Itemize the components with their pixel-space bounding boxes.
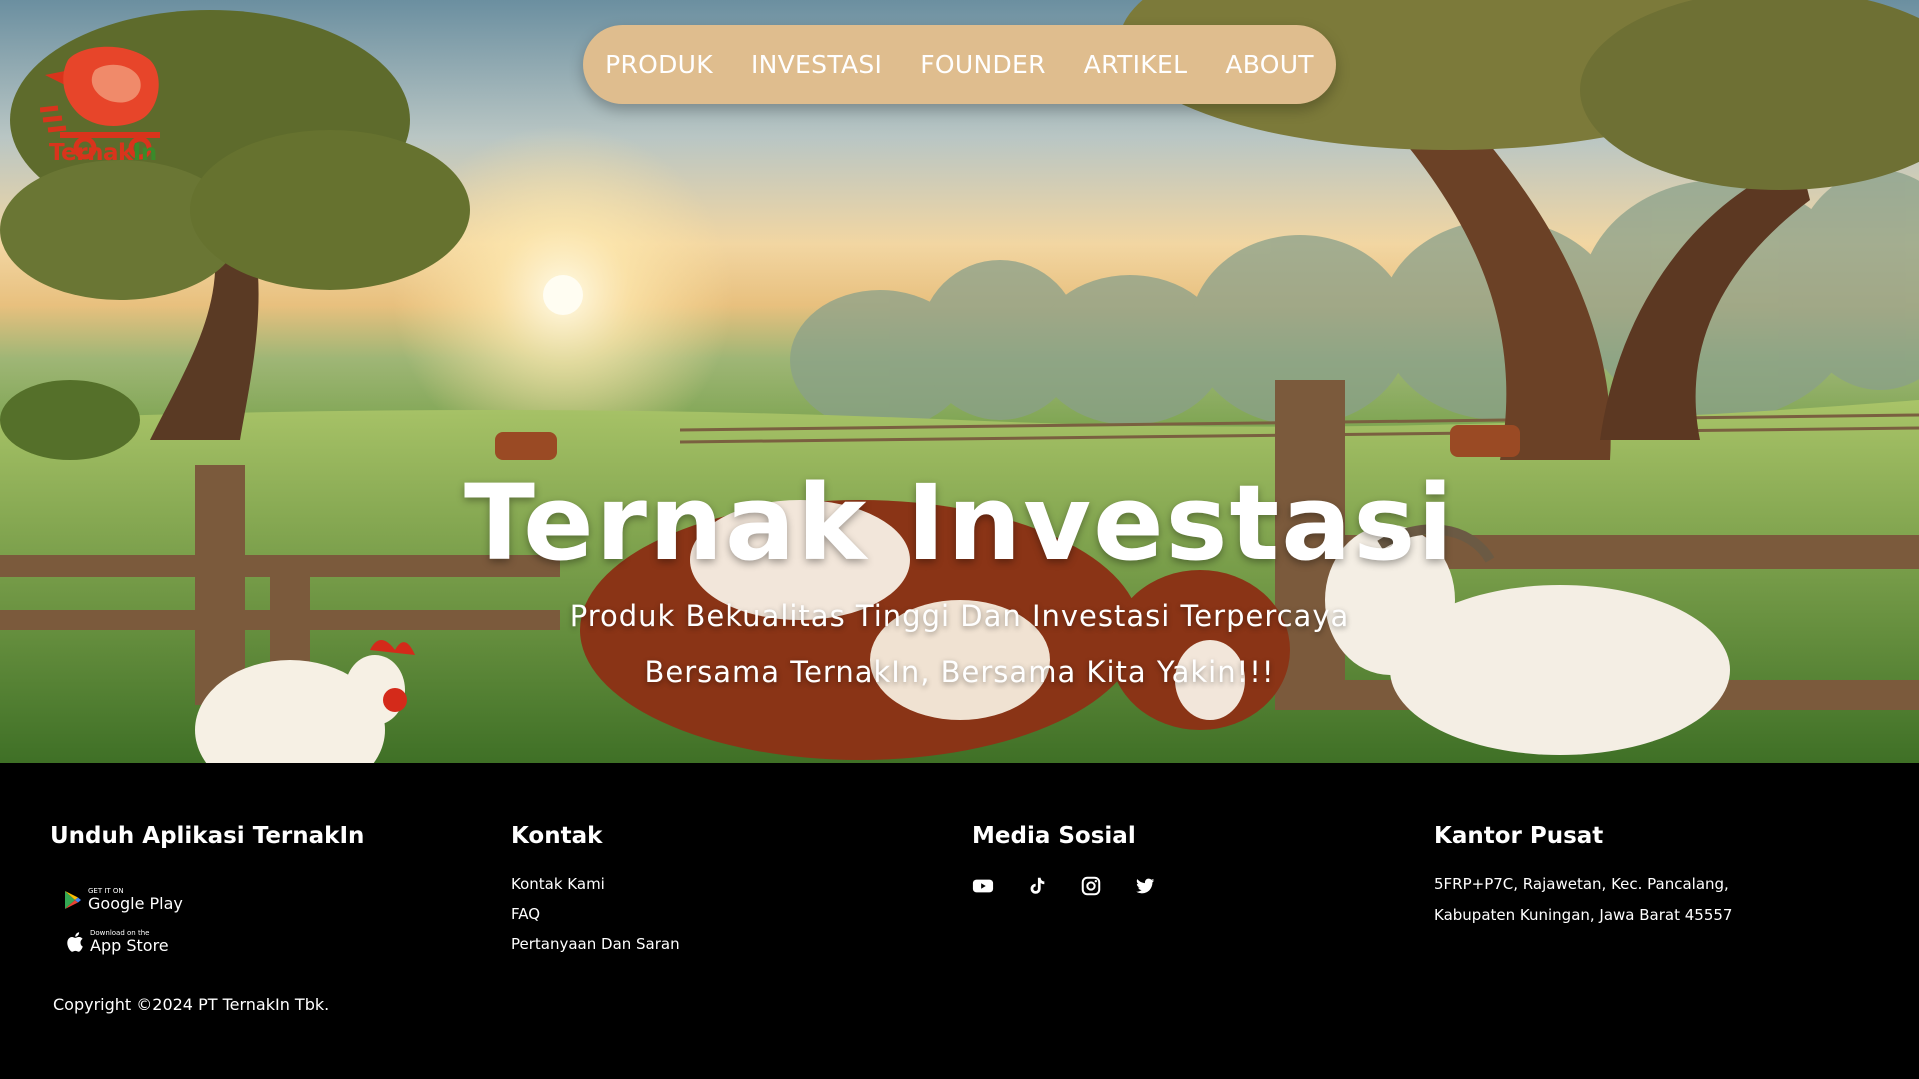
hero-subtitle-line1: Produk Bekualitas Tinggi Dan Investasi T… — [569, 599, 1350, 633]
contact-link-kontak-kami[interactable]: Kontak Kami — [511, 869, 680, 899]
instagram-icon[interactable] — [1080, 875, 1102, 897]
footer-contact-column: Kontak Kontak Kami FAQ Pertanyaan Dan Sa… — [511, 823, 680, 959]
nav-investasi[interactable]: INVESTASI — [751, 50, 882, 79]
google-play-badge[interactable]: GET IT ON Google Play — [64, 887, 183, 912]
apple-icon — [67, 931, 83, 952]
nav-produk[interactable]: PRODUK — [605, 50, 713, 79]
footer-download-column: Unduh Aplikasi TernakIn — [50, 823, 364, 849]
office-address-line2: Kabupaten Kuningan, Jawa Barat 45557 — [1434, 906, 1733, 924]
twitter-icon[interactable] — [1134, 875, 1156, 897]
footer-contact-heading: Kontak — [511, 823, 603, 849]
hero-subtitle-line2: Bersama TernakIn, Bersama Kita Yakin!!! — [644, 655, 1275, 689]
nav-artikel[interactable]: ARTIKEL — [1084, 50, 1188, 79]
office-address-line1: 5FRP+P7C, Rajawetan, Kec. Pancalang, — [1434, 875, 1729, 893]
copyright-text: Copyright ©2024 PT TernakIn Tbk. — [53, 995, 330, 1014]
logo-wordmark: TernakIn — [49, 140, 157, 166]
footer-social-column: Media Sosial — [972, 823, 1156, 897]
nav-about[interactable]: ABOUT — [1225, 50, 1314, 79]
contact-link-pertanyaan[interactable]: Pertanyaan Dan Saran — [511, 929, 680, 959]
hero-section: TernakIn PRODUK INVESTASI FOUNDER ARTIKE… — [0, 0, 1919, 763]
youtube-icon[interactable] — [972, 875, 994, 897]
nav-founder[interactable]: FOUNDER — [920, 50, 1046, 79]
footer-office-heading: Kantor Pusat — [1434, 823, 1604, 849]
contact-links: Kontak Kami FAQ Pertanyaan Dan Saran — [511, 869, 680, 959]
page: TernakIn PRODUK INVESTASI FOUNDER ARTIKE… — [0, 0, 1919, 1079]
hero-title: Ternak Investasi — [464, 462, 1455, 584]
app-store-badge[interactable]: Download on the App Store — [66, 929, 169, 954]
contact-link-faq[interactable]: FAQ — [511, 899, 680, 929]
tiktok-icon[interactable] — [1026, 875, 1048, 897]
google-play-label: Google Play — [88, 894, 183, 913]
footer: Unduh Aplikasi TernakIn GET IT ON Google… — [0, 763, 1919, 1079]
footer-office-column: Kantor Pusat 5FRP+P7C, Rajawetan, Kec. P… — [1434, 823, 1732, 931]
footer-download-heading: Unduh Aplikasi TernakIn — [50, 823, 365, 849]
main-nav: PRODUK INVESTASI FOUNDER ARTIKEL ABOUT — [583, 25, 1336, 104]
google-play-icon — [65, 890, 81, 909]
hero-background-image — [0, 0, 1919, 763]
footer-social-heading: Media Sosial — [972, 823, 1136, 849]
app-store-label: App Store — [90, 936, 169, 955]
social-icons — [972, 875, 1156, 897]
office-address: 5FRP+P7C, Rajawetan, Kec. Pancalang, Kab… — [1434, 869, 1732, 931]
